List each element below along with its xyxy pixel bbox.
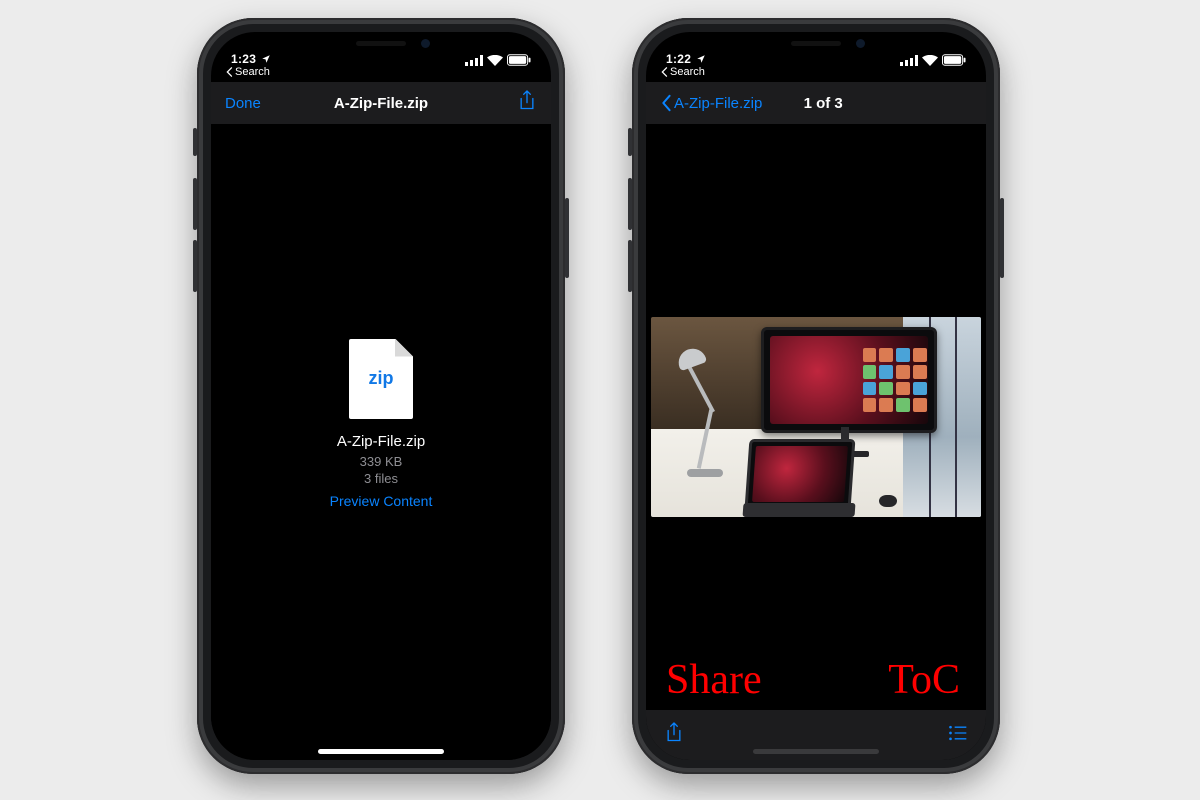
silence-switch [193,128,197,156]
volume-up-button [628,178,632,230]
nav-title: 1 of 3 [762,95,884,112]
done-button[interactable]: Done [225,95,261,112]
left-phone-frame: 1:23 [197,18,565,774]
cellular-icon [900,55,918,66]
status-time: 1:22 [666,52,691,66]
file-name: A-Zip-File.zip [337,433,425,450]
status-back-label: Search [235,66,270,78]
volume-down-button [193,240,197,292]
content-area: zip A-Zip-File.zip 339 KB 3 files Previe… [211,124,551,760]
stage: 1:23 [0,0,1200,800]
home-indicator [753,749,879,754]
wifi-icon [487,55,503,66]
nav-bar: Done A-Zip-File.zip [211,82,551,124]
battery-icon [507,54,531,66]
nav-title: A-Zip-File.zip [313,95,449,112]
back-button-label: A-Zip-File.zip [674,95,762,112]
back-button[interactable]: A-Zip-File.zip [660,94,762,112]
home-indicator [318,749,444,754]
left-screen: 1:23 [211,32,551,760]
location-icon [261,54,271,64]
wifi-icon [922,55,938,66]
status-back-link[interactable]: Search [225,66,270,78]
file-count: 3 files [337,471,425,486]
share-icon[interactable] [517,90,537,117]
nav-bar: A-Zip-File.zip 1 of 3 [646,82,986,124]
battery-icon [942,54,966,66]
zip-file-icon: zip [349,339,413,419]
status-back-label: Search [670,66,705,78]
preview-content-button[interactable]: Preview Content [211,493,551,509]
annotation-share: Share [666,656,762,704]
annotation-toc: ToC [888,656,960,704]
notch [296,32,466,58]
volume-down-button [628,240,632,292]
location-icon [696,54,706,64]
zip-icon-label: zip [368,368,393,389]
status-back-link[interactable]: Search [660,66,705,78]
right-screen: 1:22 [646,32,986,760]
share-icon[interactable] [664,722,684,749]
image-preview-area[interactable] [646,124,986,710]
volume-up-button [193,178,197,230]
notch [731,32,901,58]
status-time: 1:23 [231,52,256,66]
preview-photo [651,317,981,517]
list-icon[interactable] [948,722,968,749]
cellular-icon [465,55,483,66]
file-summary: zip A-Zip-File.zip 339 KB 3 files [337,339,425,486]
file-size: 339 KB [337,454,425,469]
right-phone-frame: 1:22 [632,18,1000,774]
silence-switch [628,128,632,156]
power-button [1000,198,1004,278]
power-button [565,198,569,278]
